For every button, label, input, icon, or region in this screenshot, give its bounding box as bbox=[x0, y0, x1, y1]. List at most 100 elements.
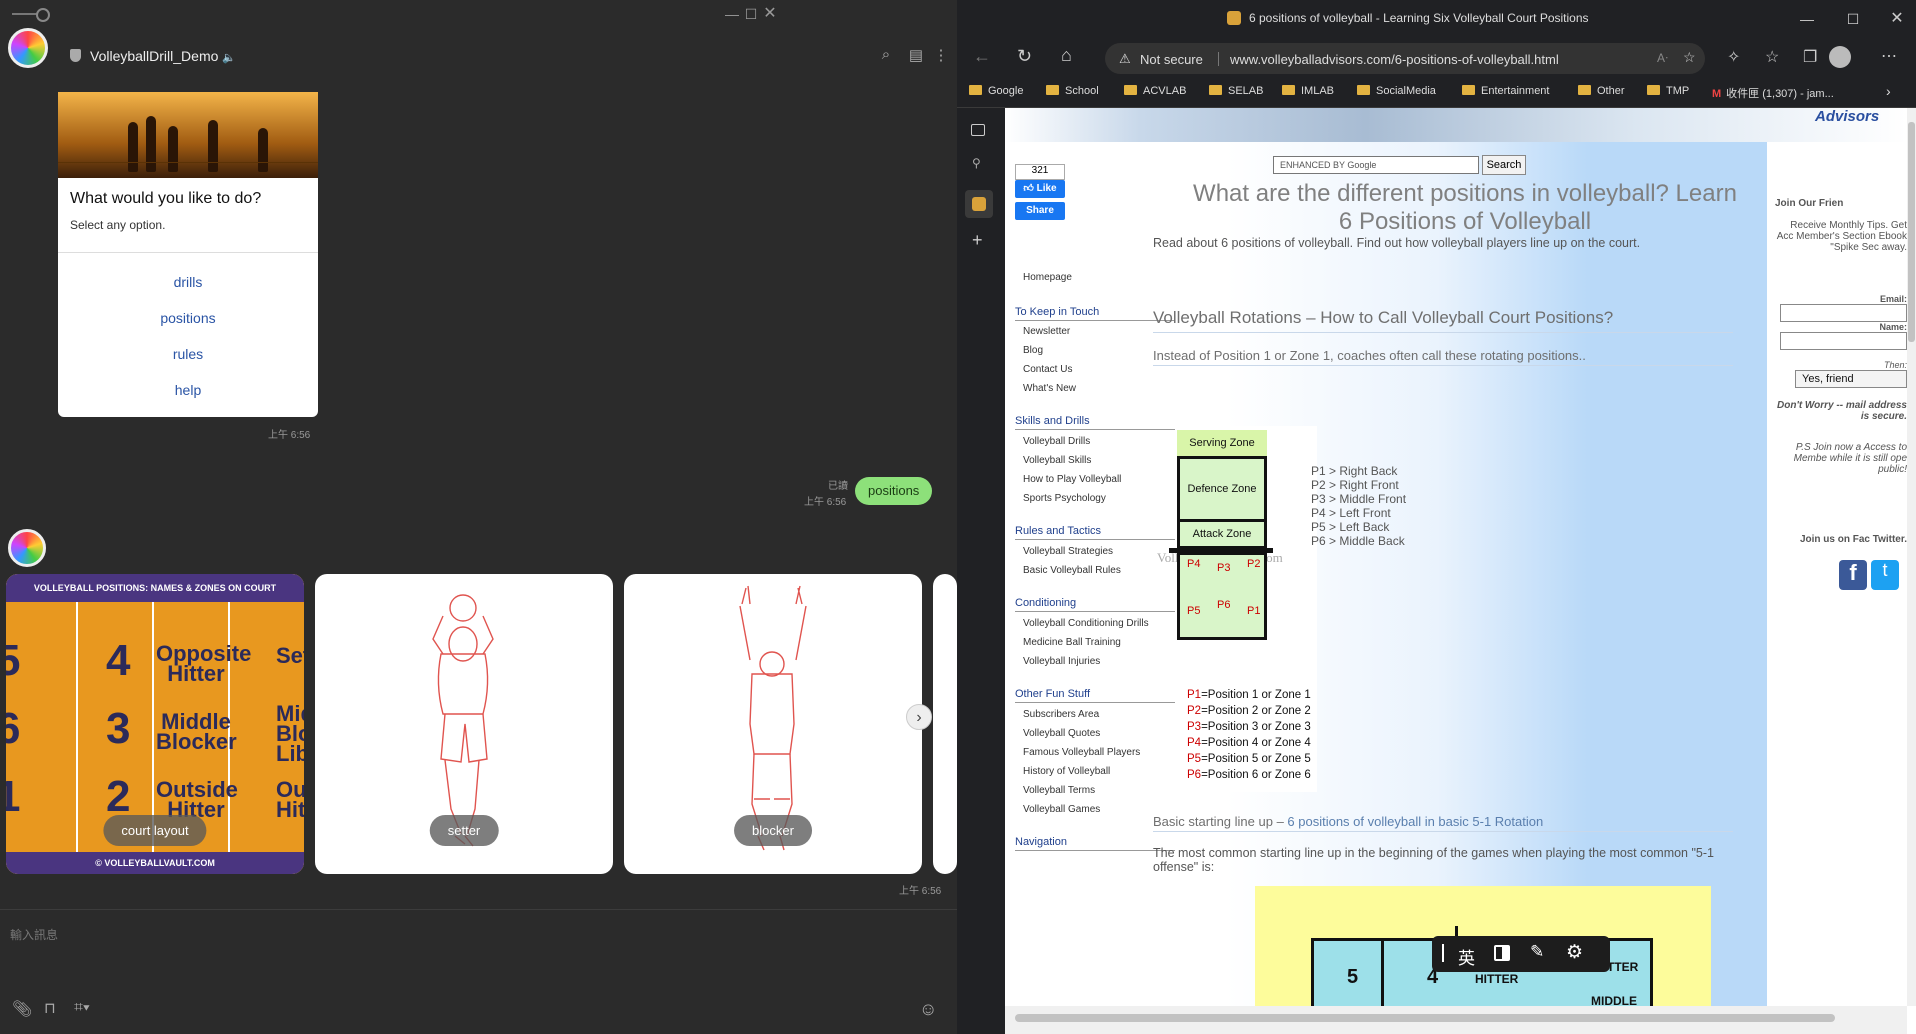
read-status: 已讀 bbox=[828, 481, 848, 492]
url-text[interactable]: www.volleyballadvisors.com/6-positions-o… bbox=[1230, 52, 1559, 67]
nav-newsletter[interactable]: Newsletter bbox=[1023, 326, 1070, 337]
bookmark-school[interactable]: School bbox=[1046, 85, 1099, 97]
nav-homepage[interactable]: Homepage bbox=[1023, 272, 1072, 283]
opacity-slider[interactable] bbox=[12, 8, 50, 22]
nav-medicine-ball[interactable]: Medicine Ball Training bbox=[1023, 637, 1121, 648]
bookmark-selab[interactable]: SELAB bbox=[1209, 85, 1263, 97]
read-aloud-icon[interactable]: Aᐧ bbox=[1657, 51, 1668, 65]
back-icon[interactable]: ← bbox=[973, 46, 991, 67]
yes-friend-button[interactable]: Yes, friend bbox=[1795, 370, 1907, 388]
bookmark-google[interactable]: Google bbox=[969, 85, 1023, 97]
nav-strategies[interactable]: Volleyball Strategies bbox=[1023, 546, 1113, 557]
google-search-input[interactable]: ENHANCED BY Google bbox=[1273, 156, 1479, 174]
nav-subscribers[interactable]: Subscribers Area bbox=[1023, 709, 1099, 720]
bookmark-icon[interactable]: ⊓ bbox=[44, 999, 64, 1019]
favorite-add-icon[interactable]: ☆ bbox=[1683, 49, 1696, 66]
home-icon[interactable]: ⌂ bbox=[1061, 45, 1072, 66]
url-bar[interactable]: ⚠ Not secure www.volleyballadvisors.com/… bbox=[1105, 43, 1705, 74]
bookmark-other[interactable]: Other bbox=[1578, 85, 1625, 97]
option-positions[interactable]: positions bbox=[58, 310, 318, 326]
bookmark-entertainment[interactable]: Entertainment bbox=[1462, 85, 1549, 97]
maximize-icon[interactable]: ☐ bbox=[1843, 9, 1863, 29]
profile-avatar[interactable] bbox=[1829, 46, 1851, 68]
message-input-area[interactable]: 輸入訊息 📎︎ ⊓ ⌗▾ ☺ bbox=[0, 909, 957, 1034]
carousel-item-blocker[interactable]: blocker bbox=[624, 574, 922, 874]
carousel-item-setter[interactable]: setter bbox=[315, 574, 613, 874]
horizontal-scroll-thumb[interactable] bbox=[1015, 1014, 1835, 1022]
twitter-icon[interactable]: t bbox=[1871, 560, 1899, 590]
favorites-icon[interactable]: ☆ bbox=[1765, 47, 1779, 67]
rotation-p3: P3 > Middle Front bbox=[1311, 492, 1407, 506]
nav-injuries[interactable]: Volleyball Injuries bbox=[1023, 656, 1100, 667]
minimize-icon[interactable]: — bbox=[1797, 9, 1817, 29]
nav-basic-rules[interactable]: Basic Volleyball Rules bbox=[1023, 565, 1121, 576]
site-logo[interactable]: Advisors bbox=[1815, 108, 1879, 125]
screenshot-crop-icon[interactable]: ⌗▾ bbox=[74, 999, 94, 1019]
ime-grip-icon[interactable] bbox=[1442, 944, 1444, 962]
facebook-share-button[interactable]: Share bbox=[1015, 202, 1065, 220]
nav-drills[interactable]: Volleyball Drills bbox=[1023, 436, 1090, 447]
ime-width-icon[interactable] bbox=[1494, 945, 1510, 961]
bookmark-gmail[interactable]: M 收件匣 (1,307) - jam... bbox=[1712, 85, 1834, 101]
more-menu-icon[interactable]: ⋮ bbox=[932, 46, 950, 64]
email-input[interactable] bbox=[1780, 304, 1907, 322]
search-button[interactable]: Search bbox=[1482, 155, 1526, 175]
ime-language-toggle[interactable]: 英 bbox=[1458, 944, 1475, 969]
nav-conditioning-drills[interactable]: Volleyball Conditioning Drills bbox=[1023, 618, 1149, 629]
pinned-tab-icon[interactable]: ⚲ bbox=[972, 156, 981, 170]
active-tab[interactable] bbox=[965, 190, 993, 218]
tab-actions-icon[interactable] bbox=[971, 124, 985, 136]
nav-sports-psychology[interactable]: Sports Psychology bbox=[1023, 493, 1106, 504]
bot-avatar-2[interactable] bbox=[8, 529, 46, 567]
nav-contact[interactable]: Contact Us bbox=[1023, 364, 1072, 375]
search-icon[interactable]: ⌕ bbox=[877, 46, 895, 64]
tab-title[interactable]: 6 positions of volleyball - Learning Six… bbox=[1249, 11, 1589, 25]
facebook-icon[interactable]: f bbox=[1839, 560, 1867, 590]
carousel-next-chevron-icon[interactable]: › bbox=[906, 704, 932, 730]
nav-history[interactable]: History of Volleyball bbox=[1023, 766, 1110, 777]
nav-how-to-play[interactable]: How to Play Volleyball bbox=[1023, 474, 1121, 485]
collections-icon[interactable]: ❐ bbox=[1803, 47, 1817, 67]
nav-skills[interactable]: Volleyball Skills bbox=[1023, 455, 1091, 466]
emoji-icon[interactable]: ☺ bbox=[919, 999, 939, 1019]
bot-avatar[interactable] bbox=[8, 28, 48, 68]
bookmark-tmp[interactable]: TMP bbox=[1647, 85, 1689, 97]
close-icon[interactable]: ✕ bbox=[760, 4, 780, 24]
option-drills[interactable]: drills bbox=[58, 274, 318, 290]
bookmarks-overflow-chevron-icon[interactable]: › bbox=[1886, 83, 1891, 99]
new-tab-plus-icon[interactable]: + bbox=[972, 230, 983, 251]
nav-quotes[interactable]: Volleyball Quotes bbox=[1023, 728, 1100, 739]
horizontal-scrollbar[interactable] bbox=[1005, 1006, 1907, 1034]
option-help[interactable]: help bbox=[58, 382, 318, 398]
court-layout-label: court layout bbox=[103, 815, 207, 846]
nav-whats-new[interactable]: What's New bbox=[1023, 383, 1076, 394]
carousel-item-next-partial[interactable] bbox=[933, 574, 957, 874]
minimize-icon[interactable]: — bbox=[722, 4, 742, 24]
more-menu-icon[interactable]: ⋯ bbox=[1881, 46, 1897, 66]
attach-icon[interactable]: 📎︎ bbox=[12, 999, 32, 1019]
facebook-like-button[interactable]: 👍︎ Like bbox=[1015, 180, 1065, 198]
nav-blog[interactable]: Blog bbox=[1023, 345, 1043, 356]
vertical-scrollbar[interactable] bbox=[1907, 108, 1916, 1006]
nav-games[interactable]: Volleyball Games bbox=[1023, 804, 1100, 815]
bookmark-acvlab[interactable]: ACVLAB bbox=[1124, 85, 1186, 97]
vertical-scroll-thumb[interactable] bbox=[1908, 122, 1915, 342]
bookmark-imlab[interactable]: IMLAB bbox=[1282, 85, 1334, 97]
bookmark-socialmedia[interactable]: SocialMedia bbox=[1357, 85, 1436, 97]
not-secure-label[interactable]: Not secure bbox=[1140, 52, 1203, 67]
refresh-icon[interactable]: ↻ bbox=[1017, 46, 1032, 67]
maximize-icon[interactable]: ☐ bbox=[741, 4, 761, 24]
name-input[interactable] bbox=[1780, 332, 1907, 350]
ime-settings-gear-icon[interactable]: ⚙ bbox=[1566, 941, 1583, 964]
option-rules[interactable]: rules bbox=[58, 346, 318, 362]
nav-famous-players[interactable]: Famous Volleyball Players bbox=[1023, 747, 1140, 758]
ime-pen-icon[interactable]: ✎ bbox=[1530, 942, 1544, 962]
carousel-item-court-layout[interactable]: VOLLEYBALL POSITIONS: NAMES & ZONES ON C… bbox=[6, 574, 304, 874]
close-icon[interactable]: ✕ bbox=[1887, 9, 1907, 29]
notes-icon[interactable]: ▤ bbox=[907, 46, 925, 64]
nav-terms[interactable]: Volleyball Terms bbox=[1023, 785, 1095, 796]
extensions-icon[interactable]: ✧ bbox=[1727, 47, 1740, 67]
lineup-title-link[interactable]: 6 positions of volleyball in basic 5-1 R… bbox=[1287, 814, 1543, 829]
intro-text: Read about 6 positions of volleyball. Fi… bbox=[1153, 236, 1641, 250]
rotation-p6: P6 > Middle Back bbox=[1311, 534, 1405, 548]
